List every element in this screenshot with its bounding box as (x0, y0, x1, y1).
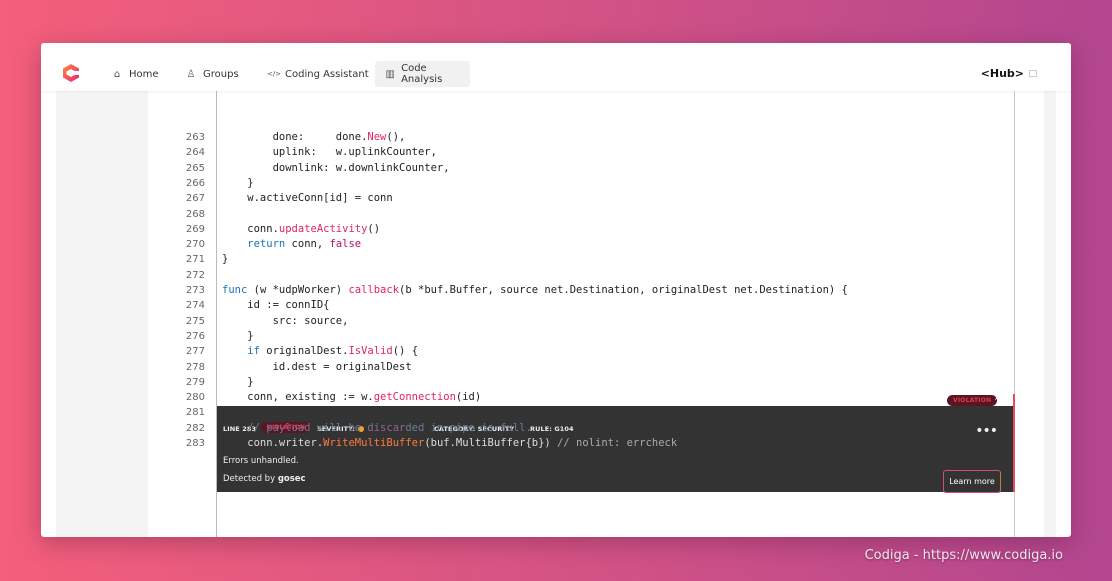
code-line: 272 (183, 268, 1013, 283)
code-line: 264 uplink: w.uplinkCounter, (183, 145, 1013, 160)
code-line: 284 (183, 534, 1013, 537)
detected-by: Detected by gosec (223, 474, 306, 484)
line-number: 270 (185, 239, 205, 251)
line-code: w.activeConn[id] = conn (222, 192, 393, 205)
line-code: conn.writer.WriteMultiBuffer(buf.MultiBu… (222, 437, 678, 449)
line-code: id.dest = originalDest (222, 360, 412, 373)
code-line: 278 id.dest = originalDest (183, 360, 1013, 375)
code-line: 269 conn.updateActivity() (183, 222, 1013, 237)
nav-code-analysis-label: Code Analysis (401, 63, 443, 85)
nav-coding-assistant-label: Coding Assistant (285, 68, 369, 80)
line-number: 276 (185, 330, 205, 342)
line-code: src: source, (222, 314, 349, 327)
code-line: 275 src: source, (183, 314, 1013, 329)
line-number: 280 (185, 392, 205, 404)
code-line: 270 return conn, false (183, 237, 1013, 252)
line-number: 271 (185, 254, 205, 266)
detector-name: gosec (277, 474, 306, 484)
line-code: done: done.New(), (222, 131, 406, 143)
line-number: 283 (185, 438, 205, 449)
detected-by-label: Detected by (223, 474, 276, 484)
nav-home[interactable]: ⌂ Home (101, 61, 169, 87)
code-line: 277 if originalDest.IsValid() { (183, 344, 1013, 359)
code-line: 280 conn, existing := w.getConnection(id… (183, 390, 1013, 405)
code-line: 268 (183, 207, 1013, 222)
nav-code-analysis[interactable]: ▥ Code Analysis (375, 61, 470, 87)
line-code: } (222, 375, 254, 388)
nav-home-label: Home (129, 68, 159, 80)
line-number: 266 (185, 177, 205, 189)
line-code: conn, existing := w.getConnection(id) (222, 391, 482, 404)
line-number: 267 (185, 193, 205, 205)
code-line: 273 func (w *udpWorker) callback(b *buf.B… (183, 283, 1013, 298)
code-line: 266 } (183, 176, 1013, 191)
violation-message: Errors unhandled. (223, 456, 299, 466)
line-number: 269 (185, 223, 205, 235)
code-line: 274 id := connID{ (183, 298, 1013, 313)
rule: RULE: G104 (530, 425, 574, 433)
gutter-divider (216, 87, 217, 537)
nav-groups[interactable]: ♙ Groups (175, 61, 249, 87)
line-code: conn.updateActivity() (222, 222, 381, 235)
line-code: uplink: w.uplinkCounter, (222, 146, 437, 159)
hub-link[interactable]: <Hub> (981, 67, 1037, 80)
code-icon: </> (267, 70, 282, 78)
line-code: func (w *udpWorker) callback(b *buf.Buff… (222, 284, 848, 296)
line-number: 282 (185, 422, 205, 434)
nav-coding-assistant[interactable]: </> Coding Assistant (257, 61, 379, 87)
line-number: 278 (185, 361, 205, 373)
line-number: 284 (183, 534, 205, 537)
groups-icon: ♙ (186, 68, 196, 80)
top-nav: ⌂ Home ♙ Groups </> Coding Assistant ▥ C… (41, 43, 1071, 91)
line-code: } (222, 329, 254, 342)
line-code: } (222, 253, 229, 266)
line-code: id := connID{ (222, 299, 330, 312)
code-line: 267 w.activeConn[id] = conn (183, 191, 1013, 206)
line-violation-badge[interactable]: VIOLATION (947, 395, 998, 406)
line-code: // payload will be discarded in pipe is … (247, 421, 532, 434)
hub-label: <Hub> (980, 67, 1024, 80)
line-number: 264 (185, 147, 205, 159)
left-sidebar (56, 91, 148, 537)
home-icon: ⌂ (113, 68, 121, 80)
external-link-icon (1029, 70, 1037, 77)
learn-more-button[interactable]: Learn more (943, 470, 1001, 493)
code-line: 279 } (183, 375, 1013, 390)
line-number: 265 (185, 162, 205, 174)
collapse-chevron-icon[interactable]: ^ (995, 395, 999, 405)
line-number: 274 (185, 300, 205, 312)
violation-indicator (1013, 394, 1015, 492)
code-line: 265 downlink: w.downlinkCounter, (183, 161, 1013, 176)
line-number: 281 (185, 407, 205, 419)
line-number: 279 (185, 376, 205, 388)
code-line: 276 } (183, 329, 1013, 344)
line-code: downlink: w.downlinkCounter, (222, 161, 450, 174)
right-sidebar (1044, 91, 1056, 537)
app-window: ⌂ Home ♙ Groups </> Coding Assistant ▥ C… (41, 43, 1071, 537)
line-number: 273 (185, 285, 205, 296)
line-code: return conn, false (247, 238, 362, 251)
line-code: } (222, 176, 254, 189)
code-line: 263 done: done.New(), (183, 130, 1013, 145)
line-number: 277 (185, 346, 205, 358)
codiga-logo-icon[interactable] (61, 63, 81, 83)
line-number: 268 (185, 208, 205, 220)
more-options-icon[interactable]: ••• (975, 424, 998, 438)
line-code: if originalDest.IsValid() { (247, 345, 419, 358)
nav-groups-label: Groups (203, 68, 239, 80)
code-line: 271} (183, 252, 1013, 267)
line-number: 263 (185, 132, 205, 143)
line-number: 272 (185, 269, 205, 281)
analysis-icon: ▥ (385, 68, 395, 80)
credit-text: Codiga - https://www.codiga.io (864, 548, 1063, 563)
line-number: 275 (185, 315, 205, 327)
